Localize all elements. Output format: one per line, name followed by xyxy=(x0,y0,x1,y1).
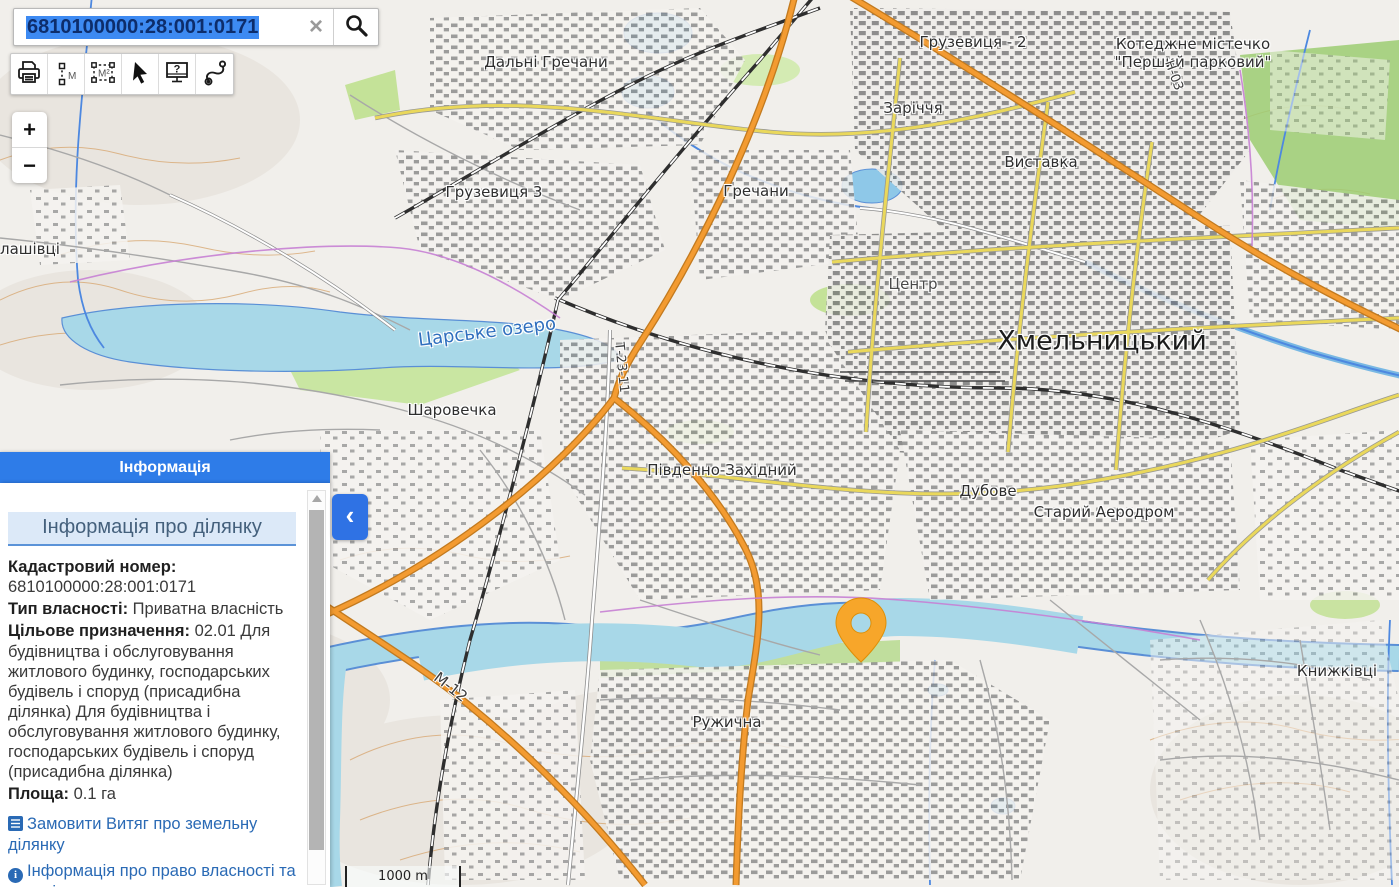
printer-icon xyxy=(15,58,43,91)
ownership-field: Тип власності: Приватна власність xyxy=(8,599,296,619)
info-panel-content: Інформація про ділянку Кадастровий номер… xyxy=(0,483,304,887)
search-input[interactable]: 6810100000:28:001:0171 xyxy=(14,16,299,39)
panel-scrollbar[interactable] xyxy=(307,490,326,885)
purpose-label: Цільове призначення: xyxy=(8,622,190,640)
cadastral-number-field: Кадастровий номер:6810100000:28:001:0171 xyxy=(8,557,296,597)
purpose-value: 02.01 Для будівництва і обслуговування ж… xyxy=(8,622,281,781)
route-button[interactable] xyxy=(196,54,233,94)
ownership-value: Приватна власність xyxy=(133,600,284,618)
scale-bar: 1000 m xyxy=(345,866,461,887)
area-label: Площа: xyxy=(8,785,69,803)
cursor-button[interactable] xyxy=(122,54,159,94)
zoom-in-button[interactable]: + xyxy=(12,112,47,147)
scrollbar-thumb[interactable] xyxy=(309,510,324,850)
cursor-icon xyxy=(127,59,153,90)
zoom-out-button[interactable]: − xyxy=(12,148,47,183)
purpose-field: Цільове призначення: 02.01 Для будівницт… xyxy=(8,621,296,782)
monitor-question-icon: ? xyxy=(163,58,191,91)
info-panel: Інформація про ділянку Кадастровий номер… xyxy=(0,483,330,887)
cadastral-number-value: 6810100000:28:001:0171 xyxy=(8,578,196,596)
svg-text:M²: M² xyxy=(98,68,110,79)
scale-label: 1000 m xyxy=(378,869,428,884)
section-title: Інформація про ділянку xyxy=(8,512,296,546)
document-list-icon xyxy=(8,816,23,836)
zoom-controls: + − xyxy=(12,112,47,183)
cadastral-number-label: Кадастровий номер: xyxy=(8,557,296,577)
area-value: 0.1 га xyxy=(74,785,116,803)
map-toolbar: M M² ? xyxy=(10,53,234,95)
collapse-panel-button[interactable]: ‹ xyxy=(332,494,368,540)
app-window: Дальні Гречани Грузевиця - 2 Котеджне мі… xyxy=(0,0,1399,887)
search-button[interactable] xyxy=(333,9,378,45)
search-box: 6810100000:28:001:0171 × xyxy=(13,8,379,46)
ownership-label: Тип власності: xyxy=(8,600,128,618)
parcel-links: Замовити Витяг про земельну ділянку iІнф… xyxy=(8,815,296,887)
measure-length-button[interactable]: M xyxy=(48,54,85,94)
info-panel-header: Інформація xyxy=(0,452,330,483)
ownership-info-link[interactable]: iІнформація про право власності та речов… xyxy=(8,862,296,887)
scrollbar-up-button[interactable] xyxy=(312,495,322,502)
svg-text:M: M xyxy=(68,71,76,82)
parcel-fields: Кадастровий номер:6810100000:28:001:0171… xyxy=(8,557,296,805)
measure-area-icon: M² xyxy=(88,58,118,91)
info-circle-icon: i xyxy=(8,868,23,883)
measure-area-button[interactable]: M² xyxy=(85,54,122,94)
print-button[interactable] xyxy=(11,54,48,94)
measure-length-icon: M xyxy=(52,60,80,88)
svg-text:?: ? xyxy=(174,63,181,75)
clear-search-button[interactable]: × xyxy=(299,10,333,44)
order-extract-link[interactable]: Замовити Витяг про земельну ділянку xyxy=(8,815,296,856)
route-icon xyxy=(201,58,229,91)
search-icon xyxy=(343,12,369,43)
help-button[interactable]: ? xyxy=(159,54,196,94)
area-field: Площа: 0.1 га xyxy=(8,784,296,804)
search-value-selected: 6810100000:28:001:0171 xyxy=(26,16,259,39)
